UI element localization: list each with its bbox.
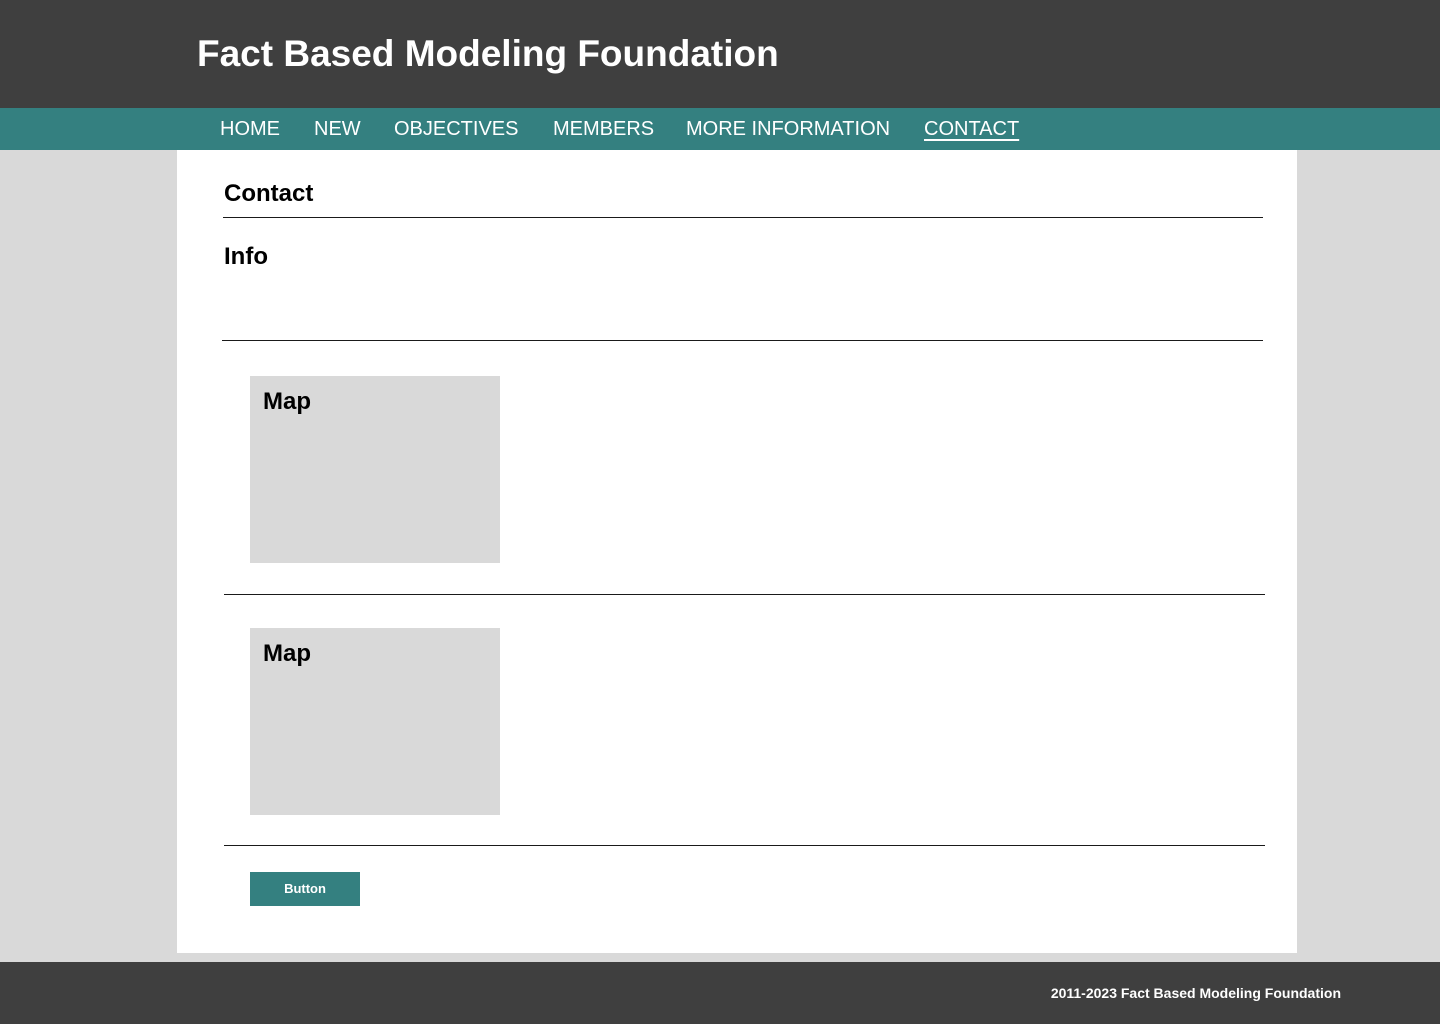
map-label: Map <box>263 640 311 667</box>
divider <box>223 217 1263 218</box>
nav-item-contact[interactable]: CONTACT <box>924 118 1019 141</box>
nav-item-objectives[interactable]: OBJECTIVES <box>394 118 518 141</box>
divider <box>224 594 1265 595</box>
site-header: Fact Based Modeling Foundation <box>0 0 1440 108</box>
nav-item-new[interactable]: NEW <box>314 118 361 141</box>
map-placeholder[interactable]: Map <box>250 628 500 815</box>
nav-item-members[interactable]: MEMBERS <box>553 118 654 141</box>
site-footer: 2011-2023 Fact Based Modeling Foundation <box>0 962 1440 1024</box>
map-label: Map <box>263 388 311 415</box>
action-button[interactable]: Button <box>250 872 360 906</box>
map-placeholder[interactable]: Map <box>250 376 500 563</box>
page-title: Contact <box>224 180 314 207</box>
site-title: Fact Based Modeling Foundation <box>197 33 779 74</box>
divider <box>224 845 1265 846</box>
content-panel: Contact Info Map Map Button <box>177 150 1297 953</box>
footer-copyright: 2011-2023 Fact Based Modeling Foundation <box>1050 985 1341 1001</box>
nav-item-more-information[interactable]: MORE INFORMATION <box>686 118 890 141</box>
nav-item-home[interactable]: HOME <box>220 118 280 141</box>
divider <box>222 340 1263 341</box>
info-heading: Info <box>224 243 268 270</box>
main-nav: HOME NEW OBJECTIVES MEMBERS MORE INFORMA… <box>0 108 1440 150</box>
